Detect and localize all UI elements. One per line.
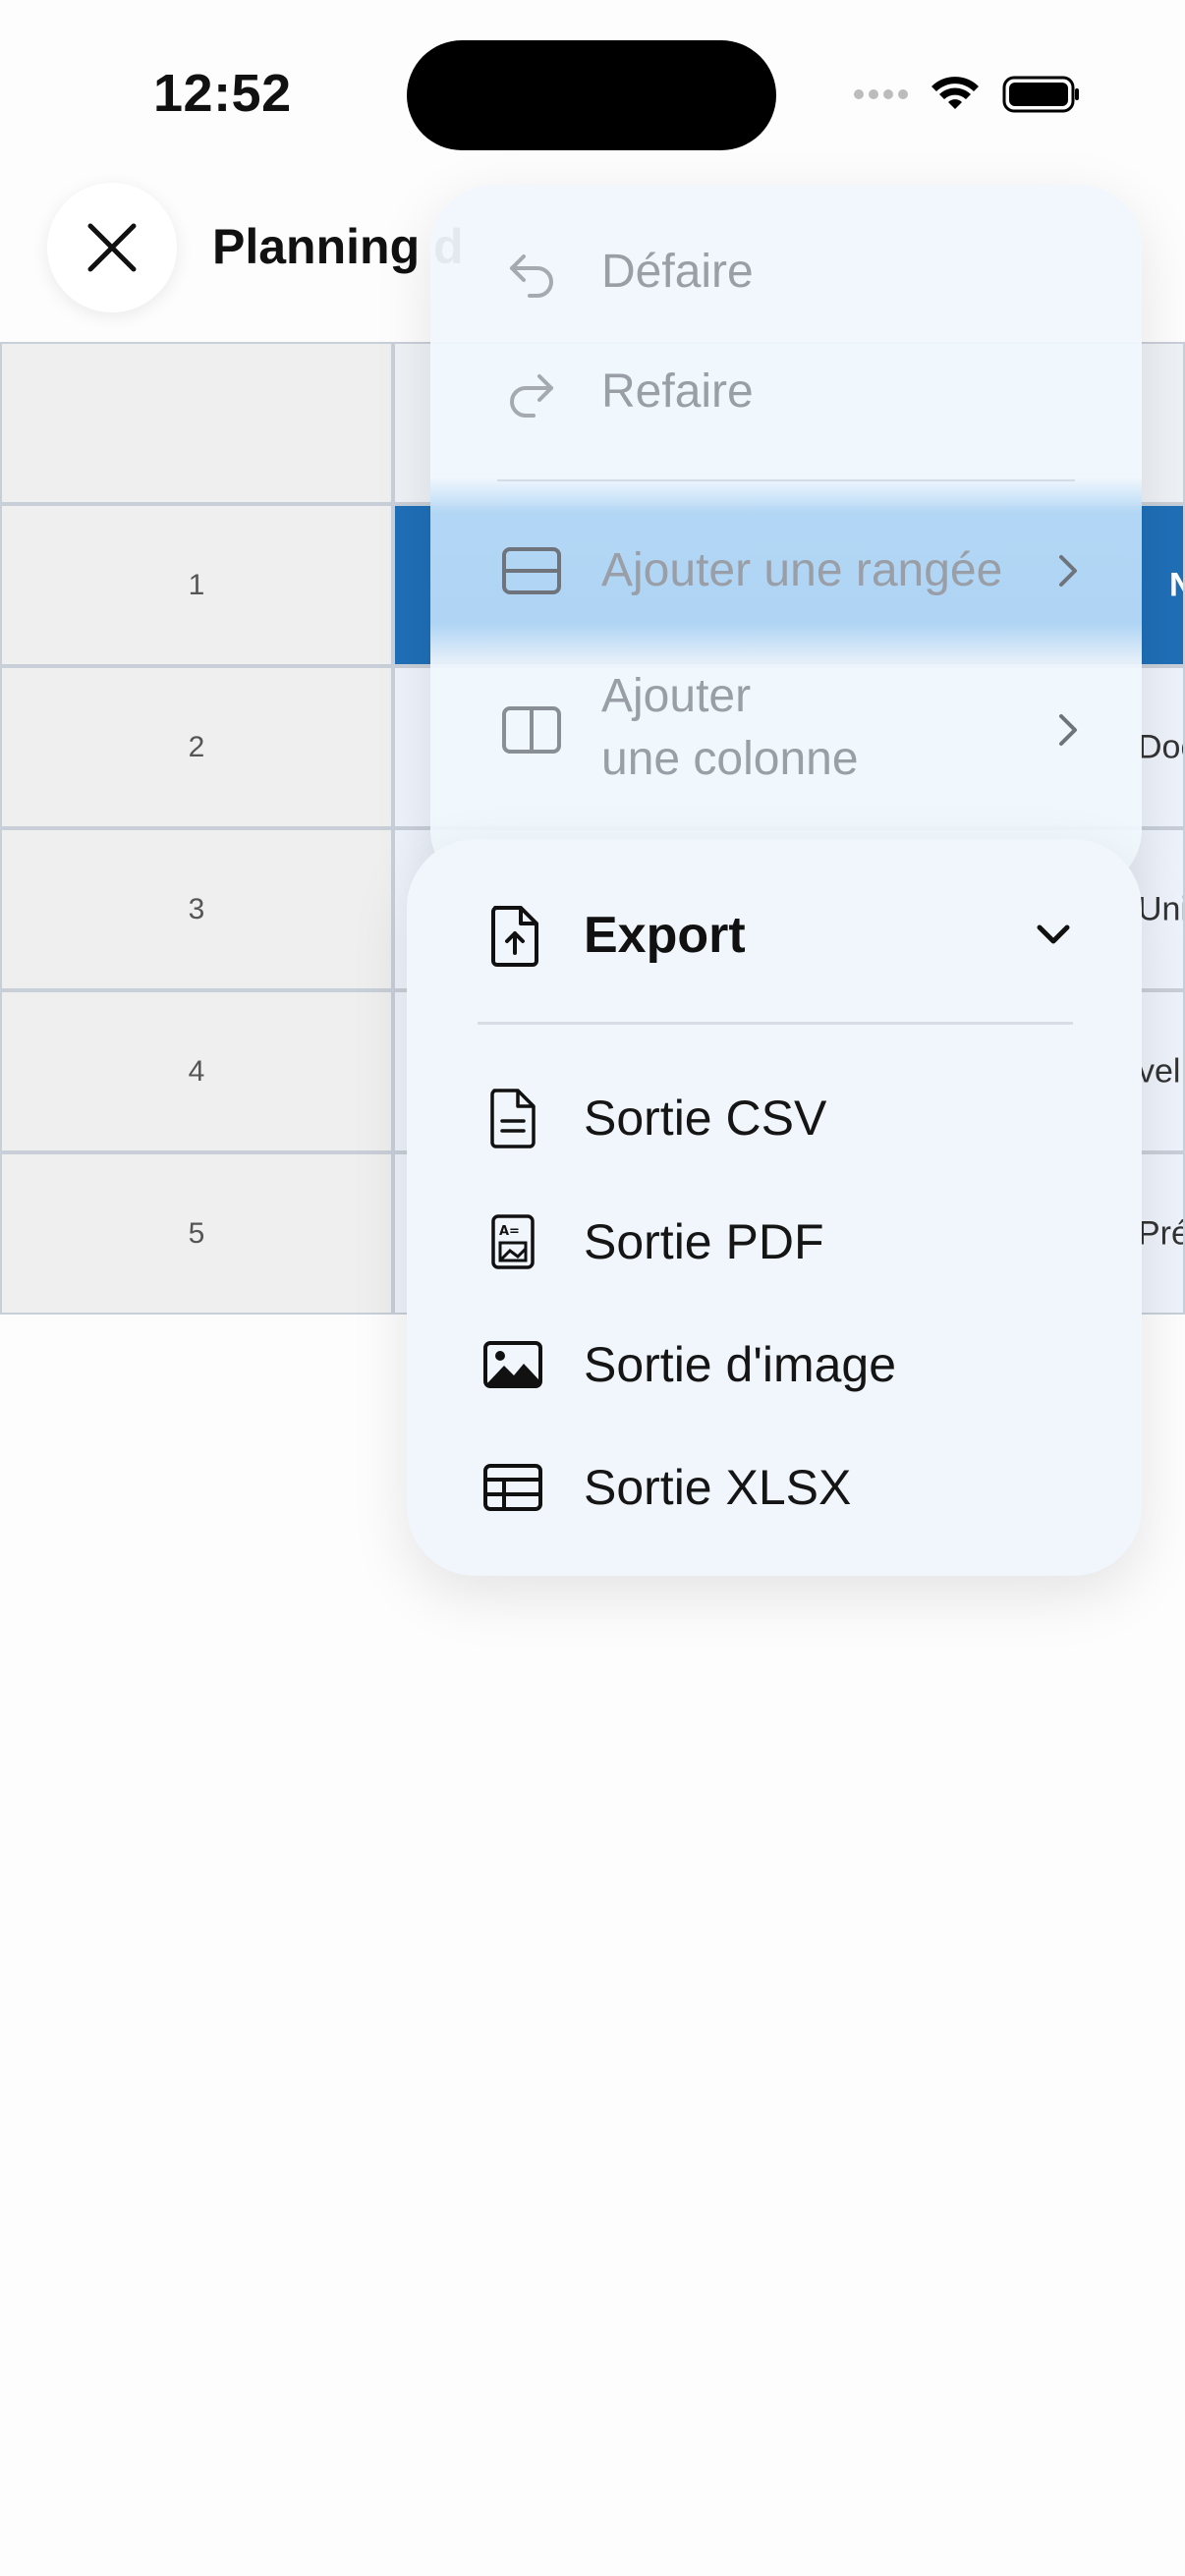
export-pdf-label: Sortie PDF (584, 1214, 824, 1269)
row-header[interactable]: 1 (0, 504, 393, 666)
export-pdf-item[interactable]: A= Sortie PDF (407, 1203, 1142, 1281)
battery-icon (1002, 76, 1079, 113)
cell-text: vel (1138, 1052, 1181, 1090)
undo-menu-item[interactable]: Défaire (430, 242, 1142, 303)
svg-text:A=: A= (499, 1224, 520, 1239)
chevron-down-icon (1037, 924, 1070, 944)
cell-text: Pré (1138, 1214, 1183, 1252)
add-column-label-line2: une colonne (601, 733, 859, 785)
export-divider (478, 1022, 1073, 1025)
status-icons (854, 75, 1081, 114)
chevron-right-icon (1059, 555, 1077, 587)
cell-text: Doc (1138, 728, 1183, 765)
add-column-icon (501, 700, 562, 760)
pdf-file-icon: A= (481, 1210, 544, 1273)
undo-icon (501, 242, 562, 303)
add-row-menu-item[interactable]: Ajouter une rangée (430, 540, 1142, 601)
status-time: 12:52 (153, 64, 292, 123)
export-csv-item[interactable]: Sortie CSV (407, 1079, 1142, 1157)
row-header[interactable]: 5 (0, 1152, 393, 1315)
wifi-icon (931, 77, 979, 109)
row-header[interactable]: 2 (0, 666, 393, 828)
export-xlsx-item[interactable]: Sortie XLSX (407, 1448, 1142, 1527)
export-file-icon (485, 904, 544, 967)
undo-label: Défaire (601, 246, 754, 298)
row-header[interactable]: 3 (0, 828, 393, 990)
dynamic-island (407, 40, 776, 150)
cell-text: Uni (1138, 890, 1183, 927)
corner-cell[interactable] (0, 342, 393, 504)
csv-file-icon (481, 1087, 544, 1149)
export-csv-label: Sortie CSV (584, 1091, 827, 1146)
redo-label: Refaire (601, 365, 754, 418)
export-image-item[interactable]: Sortie d'image (407, 1325, 1142, 1404)
export-image-label: Sortie d'image (584, 1337, 897, 1392)
edit-menu: Défaire Refaire Ajouter une rangée Ajout… (430, 185, 1142, 892)
image-icon (481, 1333, 544, 1396)
document-title: Planning d (212, 219, 464, 274)
cell-text: N (1169, 566, 1183, 604)
table-icon (481, 1456, 544, 1519)
export-title: Export (584, 907, 746, 964)
add-row-icon (501, 540, 562, 601)
row-header[interactable]: 4 (0, 990, 393, 1152)
add-column-label-line1: Ajouter (601, 670, 752, 722)
redo-icon (501, 362, 562, 422)
add-row-label: Ajouter une rangée (601, 544, 1003, 596)
add-column-menu-item[interactable]: Ajouter une colonne (430, 666, 1142, 794)
redo-menu-item[interactable]: Refaire (430, 362, 1142, 422)
cellular-signal-icon (854, 89, 908, 99)
export-xlsx-label: Sortie XLSX (584, 1460, 852, 1515)
close-icon (87, 223, 137, 272)
close-button[interactable] (47, 183, 177, 312)
chevron-right-icon (1059, 714, 1077, 746)
export-menu: Export Sortie CSV A= Sortie PDF Sortie d… (407, 839, 1142, 1576)
export-header[interactable]: Export (407, 896, 1142, 975)
